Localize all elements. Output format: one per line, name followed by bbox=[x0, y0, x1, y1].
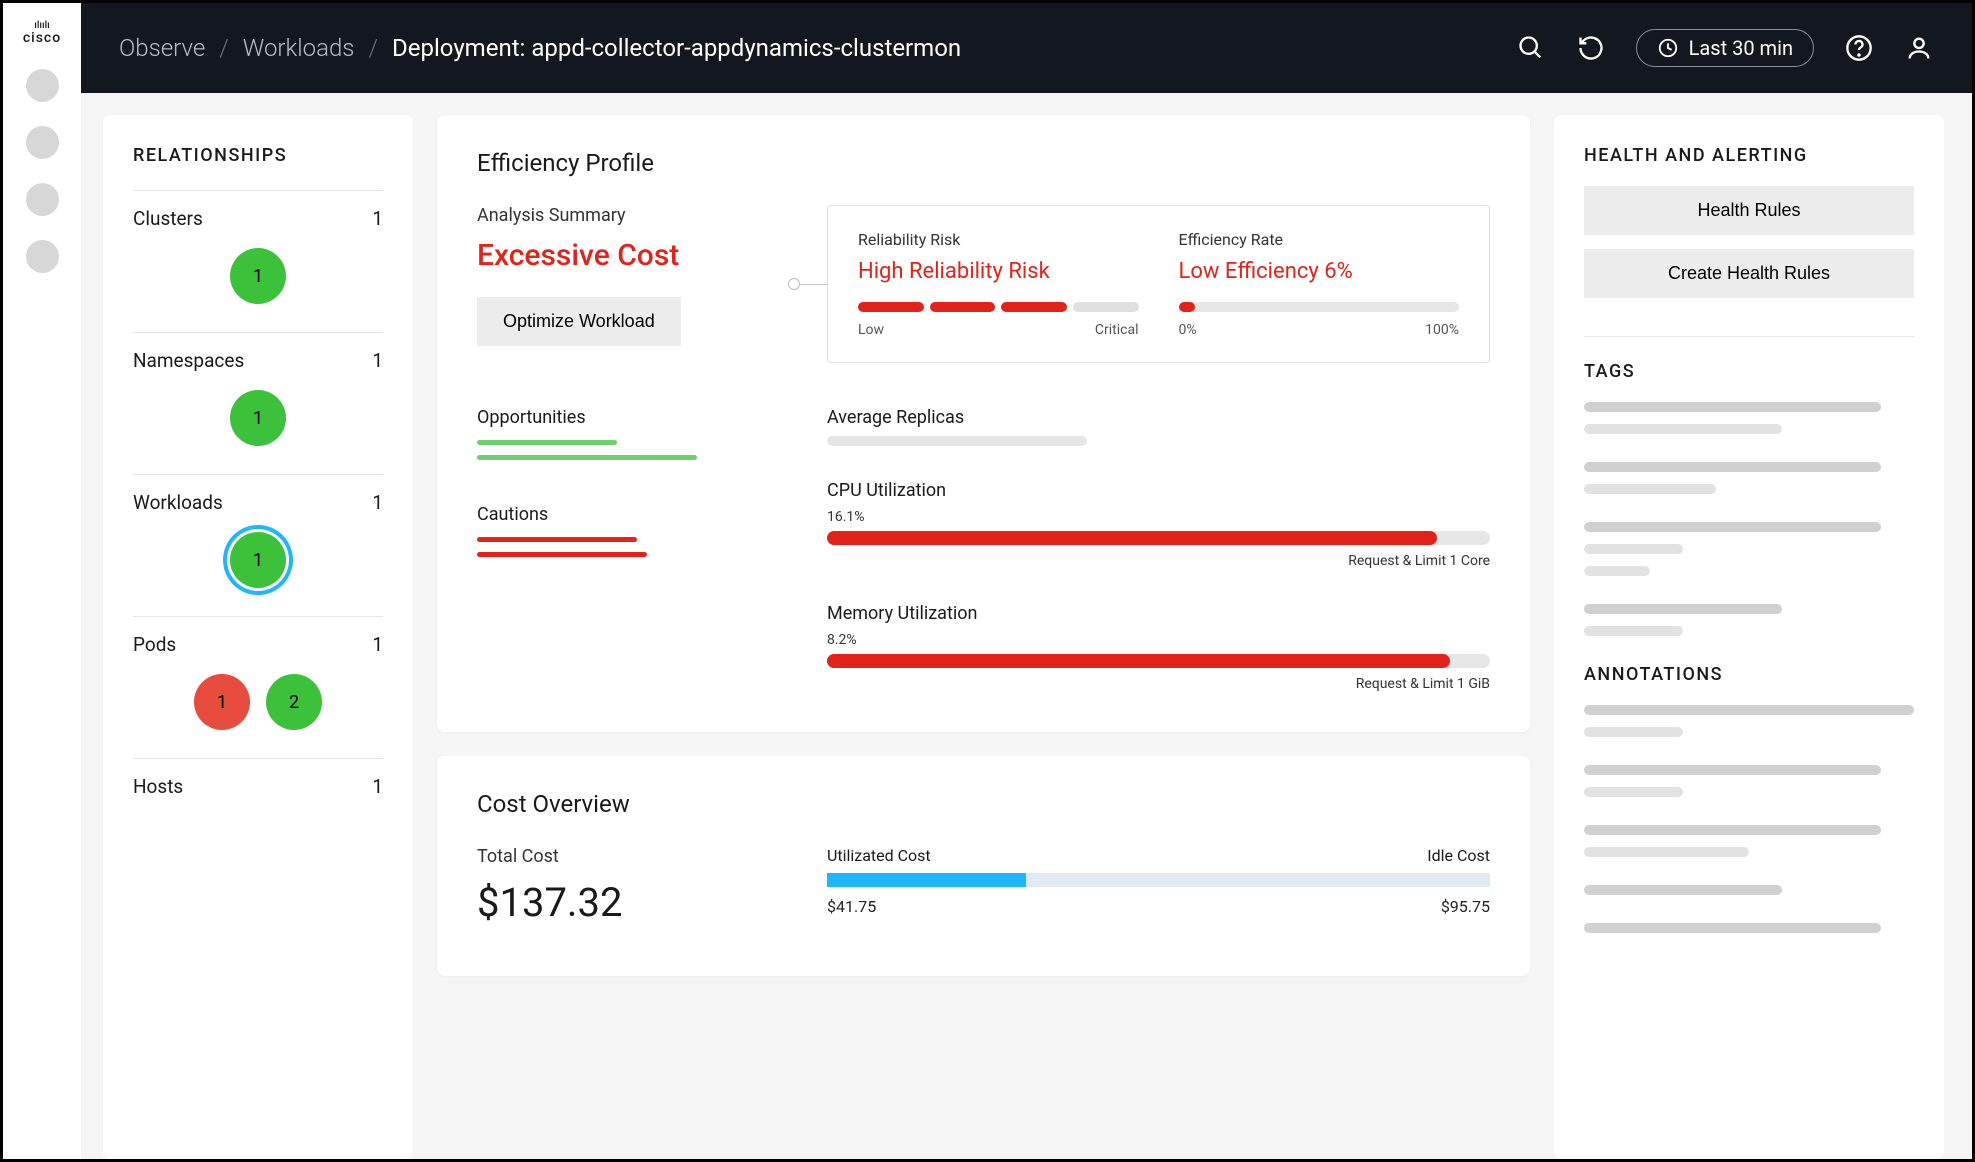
nav-dot-1[interactable] bbox=[26, 69, 59, 102]
left-nav-rail: ılıılı cisco bbox=[3, 3, 81, 1159]
mem-util-bar bbox=[827, 654, 1490, 668]
reliability-risk-value: High Reliability Risk bbox=[858, 259, 1139, 284]
cost-overview-card: Cost Overview Total Cost $137.32 Utiliza… bbox=[437, 756, 1530, 976]
mem-util-caption: Request & Limit 1 GiB bbox=[827, 676, 1490, 692]
efficiency-rate-bar bbox=[1179, 302, 1460, 312]
top-bar: Observe / Workloads / Deployment: appd-c… bbox=[81, 3, 1972, 93]
breadcrumb: Observe / Workloads / Deployment: appd-c… bbox=[119, 34, 961, 62]
right-panel: HEALTH AND ALERTING Health Rules Create … bbox=[1554, 115, 1944, 1159]
status-bubble[interactable]: 1 bbox=[230, 248, 286, 304]
annotations-title: ANNOTATIONS bbox=[1584, 664, 1914, 685]
breadcrumb-current: Deployment: appd-collector-appdynamics-c… bbox=[392, 34, 961, 62]
annotations-placeholder bbox=[1584, 885, 1914, 895]
analysis-summary-value: Excessive Cost bbox=[477, 238, 797, 273]
time-range-label: Last 30 min bbox=[1689, 36, 1793, 60]
reliability-risk-title: Reliability Risk bbox=[858, 230, 1139, 249]
rel-count: 1 bbox=[372, 491, 383, 514]
rel-label: Pods bbox=[133, 633, 176, 656]
total-cost-value: $137.32 bbox=[477, 879, 797, 926]
analysis-summary-label: Analysis Summary bbox=[477, 205, 797, 226]
risk-efficiency-box: Reliability Risk High Reliability Risk L… bbox=[827, 205, 1490, 363]
utilized-cost-label: Utilizated Cost bbox=[827, 846, 931, 865]
rel-count: 1 bbox=[372, 349, 383, 372]
create-health-rules-button[interactable]: Create Health Rules bbox=[1584, 249, 1914, 298]
search-icon[interactable] bbox=[1516, 33, 1546, 63]
relationships-title: RELATIONSHIPS bbox=[133, 145, 383, 166]
status-bubble-selected[interactable]: 1 bbox=[230, 532, 286, 588]
status-bubble[interactable]: 2 bbox=[266, 674, 322, 730]
avg-replicas-placeholder bbox=[827, 436, 1087, 446]
rel-label: Namespaces bbox=[133, 349, 244, 372]
time-range-selector[interactable]: Last 30 min bbox=[1636, 29, 1814, 67]
mem-util-title: Memory Utilization bbox=[827, 603, 1490, 624]
tags-placeholder bbox=[1584, 462, 1914, 494]
rel-label: Clusters bbox=[133, 207, 203, 230]
cautions-label: Cautions bbox=[477, 504, 797, 525]
avg-replicas-label: Average Replicas bbox=[827, 407, 1490, 428]
efficiency-low-label: 0% bbox=[1179, 322, 1197, 338]
user-icon[interactable] bbox=[1904, 33, 1934, 63]
cisco-logo: ılıılı cisco bbox=[23, 21, 61, 45]
efficiency-title: Efficiency Profile bbox=[477, 149, 1490, 177]
clock-icon bbox=[1657, 37, 1679, 59]
tags-placeholder bbox=[1584, 604, 1914, 636]
annotations-placeholder bbox=[1584, 923, 1914, 933]
efficiency-rate-value: Low Efficiency 6% bbox=[1179, 259, 1460, 284]
tags-title: TAGS bbox=[1584, 361, 1914, 382]
health-rules-button[interactable]: Health Rules bbox=[1584, 186, 1914, 235]
breadcrumb-workloads[interactable]: Workloads bbox=[243, 34, 355, 62]
help-icon[interactable] bbox=[1844, 33, 1874, 63]
reliability-indicator bbox=[858, 302, 1139, 312]
tags-placeholder bbox=[1584, 402, 1914, 434]
cpu-util-title: CPU Utilization bbox=[827, 480, 1490, 501]
cpu-util-bar bbox=[827, 531, 1490, 545]
total-cost-label: Total Cost bbox=[477, 846, 797, 867]
annotations-placeholder bbox=[1584, 765, 1914, 797]
reliability-low-label: Low bbox=[858, 322, 884, 338]
annotations-placeholder bbox=[1584, 825, 1914, 857]
status-bubble[interactable]: 1 bbox=[230, 390, 286, 446]
efficiency-high-label: 100% bbox=[1425, 322, 1459, 338]
status-bubble[interactable]: 1 bbox=[194, 674, 250, 730]
mem-util-percent: 8.2% bbox=[827, 632, 1490, 648]
rel-section-workloads[interactable]: Workloads 1 1 bbox=[133, 474, 383, 616]
cautions-placeholder bbox=[477, 537, 797, 557]
rel-section-namespaces[interactable]: Namespaces 1 1 bbox=[133, 332, 383, 474]
cost-bar bbox=[827, 873, 1490, 887]
efficiency-rate-title: Efficiency Rate bbox=[1179, 230, 1460, 249]
opportunities-placeholder bbox=[477, 440, 797, 460]
rel-section-pods[interactable]: Pods 1 1 2 bbox=[133, 616, 383, 758]
optimize-workload-button[interactable]: Optimize Workload bbox=[477, 297, 681, 346]
opportunities-label: Opportunities bbox=[477, 407, 797, 428]
breadcrumb-observe[interactable]: Observe bbox=[119, 34, 205, 62]
reliability-high-label: Critical bbox=[1095, 322, 1139, 338]
rel-section-hosts[interactable]: Hosts 1 bbox=[133, 758, 383, 798]
cost-title: Cost Overview bbox=[477, 790, 1490, 818]
idle-cost-label: Idle Cost bbox=[1427, 846, 1490, 865]
relationships-panel: RELATIONSHIPS Clusters 1 1 Namespaces 1 bbox=[103, 115, 413, 1159]
refresh-icon[interactable] bbox=[1576, 33, 1606, 63]
cpu-util-caption: Request & Limit 1 Core bbox=[827, 553, 1490, 569]
rel-count: 1 bbox=[372, 207, 383, 230]
tags-placeholder bbox=[1584, 522, 1914, 576]
idle-cost-value: $95.75 bbox=[1441, 897, 1490, 916]
rel-label: Workloads bbox=[133, 491, 223, 514]
rel-count: 1 bbox=[372, 775, 383, 798]
utilized-cost-value: $41.75 bbox=[827, 897, 876, 916]
efficiency-profile-card: Efficiency Profile Analysis Summary Exce… bbox=[437, 115, 1530, 732]
rel-section-clusters[interactable]: Clusters 1 1 bbox=[133, 190, 383, 332]
annotations-placeholder bbox=[1584, 705, 1914, 737]
rel-count: 1 bbox=[372, 633, 383, 656]
health-alerting-title: HEALTH AND ALERTING bbox=[1584, 145, 1914, 166]
rel-label: Hosts bbox=[133, 775, 183, 798]
nav-dot-2[interactable] bbox=[26, 126, 59, 159]
nav-dot-3[interactable] bbox=[26, 183, 59, 216]
nav-dot-4[interactable] bbox=[26, 240, 59, 273]
cpu-util-percent: 16.1% bbox=[827, 509, 1490, 525]
